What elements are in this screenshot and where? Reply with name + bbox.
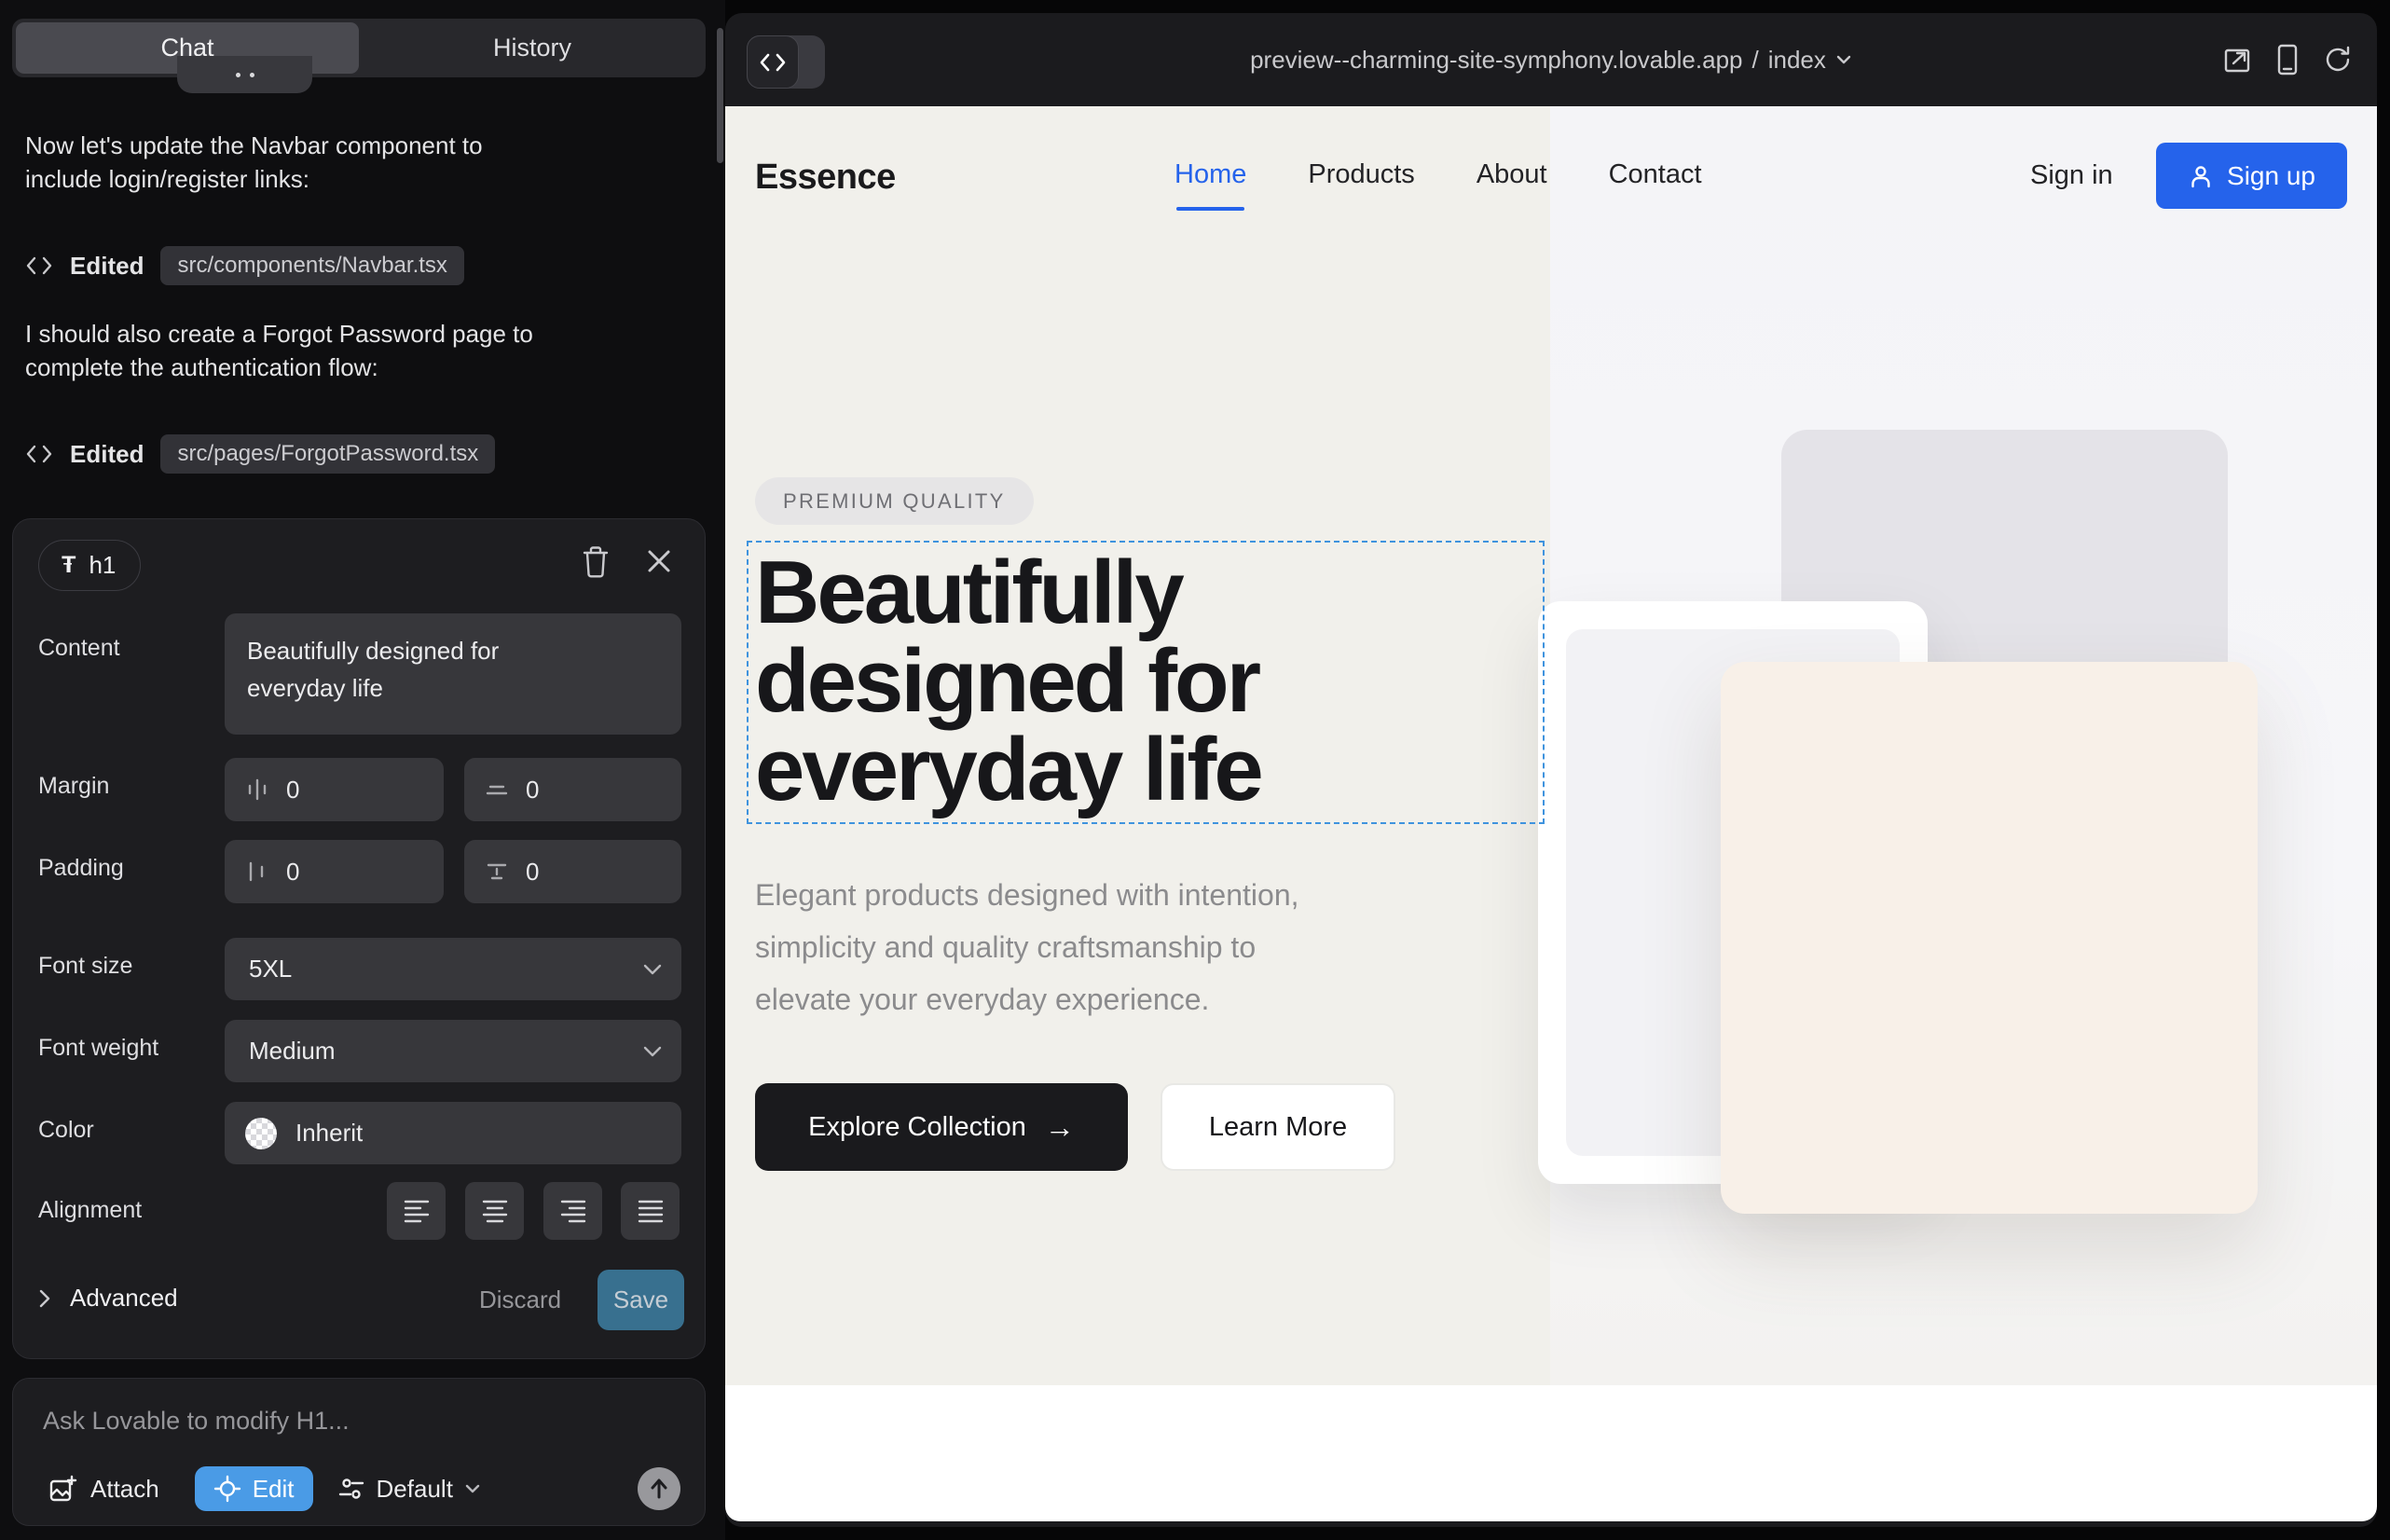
text-type-icon: TT: [63, 552, 76, 579]
element-editor-panel: TT h1 Content Beautifully designed for e…: [12, 518, 706, 1359]
padding-vertical-icon: [485, 859, 509, 884]
nav-about[interactable]: About: [1477, 159, 1547, 190]
selected-element-pill[interactable]: TT h1: [38, 540, 141, 591]
delete-element-button[interactable]: [580, 544, 611, 580]
signup-button[interactable]: Sign up: [2156, 143, 2347, 209]
hero-heading[interactable]: Beautifully designed for everyday life: [755, 548, 1261, 814]
decor-card-cream: [1721, 662, 2258, 1214]
composer-input[interactable]: Ask Lovable to modify H1...: [43, 1407, 350, 1436]
refresh-icon[interactable]: [2323, 45, 2353, 75]
nav-products[interactable]: Products: [1308, 159, 1414, 190]
content-textarea[interactable]: Beautifully designed for everyday life: [225, 613, 681, 735]
crosshair-icon: [213, 1475, 241, 1503]
sidebar: Chat History Now let's update the Navbar…: [0, 0, 725, 1540]
code-icon: [25, 443, 53, 465]
edited-label: Edited: [70, 440, 144, 469]
edited-file-row: Edited src/components/Navbar.tsx: [25, 244, 464, 287]
url-page[interactable]: index: [1768, 46, 1826, 75]
open-external-icon[interactable]: [2222, 45, 2252, 75]
code-icon: [25, 254, 53, 277]
chevron-down-icon: [642, 963, 663, 976]
advanced-expander[interactable]: Advanced: [38, 1284, 178, 1313]
attach-image-icon: [48, 1474, 77, 1504]
user-icon: [2188, 163, 2214, 189]
padding-y-input[interactable]: 0: [464, 840, 681, 903]
chevron-down-icon: [464, 1483, 481, 1494]
edited-file-badge[interactable]: src/pages/ForgotPassword.tsx: [160, 434, 495, 474]
edit-mode-button[interactable]: Edit: [195, 1466, 313, 1511]
url-separator: /: [1752, 46, 1759, 75]
hero-description: Elegant products designed with intention…: [755, 869, 1299, 1025]
mode-select[interactable]: Default: [337, 1475, 481, 1504]
margin-x-input[interactable]: 0: [225, 758, 444, 821]
font-weight-select[interactable]: Medium: [225, 1020, 681, 1082]
padding-label: Padding: [38, 855, 124, 882]
nav-home[interactable]: Home: [1174, 159, 1246, 190]
color-label: Color: [38, 1117, 94, 1144]
scrolled-message-pill: [177, 56, 312, 93]
nav-contact[interactable]: Contact: [1609, 159, 1702, 190]
url-host: preview--charming-site-symphony.lovable.…: [1250, 46, 1742, 75]
preview-browser-frame: preview--charming-site-symphony.lovable.…: [725, 13, 2377, 1527]
chat-message: I should also create a Forgot Password p…: [25, 317, 668, 384]
edited-file-row: Edited src/pages/ForgotPassword.tsx: [25, 433, 495, 475]
margin-horizontal-icon: [245, 777, 269, 802]
discard-button[interactable]: Discard: [479, 1286, 561, 1314]
align-justify-button[interactable]: [621, 1182, 680, 1240]
arrow-right-icon: →: [1045, 1110, 1075, 1145]
font-size-select[interactable]: 5XL: [225, 938, 681, 1000]
chat-history-tabbar: Chat History: [12, 19, 706, 77]
element-tag: h1: [89, 551, 116, 580]
site-preview: Essence Home Products About Contact Sign…: [725, 106, 2377, 1521]
align-center-button[interactable]: [465, 1182, 524, 1240]
alignment-label: Alignment: [38, 1197, 142, 1224]
hero-badge: PREMIUM QUALITY: [755, 477, 1034, 525]
chat-scrollbar-thumb[interactable]: [717, 28, 723, 163]
dot: [236, 73, 240, 77]
margin-vertical-icon: [485, 777, 509, 802]
frame-actions: [2222, 13, 2353, 106]
padding-horizontal-icon: [245, 859, 269, 884]
color-select[interactable]: Inherit: [225, 1102, 681, 1164]
chat-composer: Ask Lovable to modify H1... Attach Edit …: [12, 1378, 706, 1526]
content-label: Content: [38, 635, 120, 662]
site-logo[interactable]: Essence: [755, 158, 896, 198]
tab-history[interactable]: History: [359, 19, 706, 77]
chevron-right-icon: [38, 1288, 51, 1309]
align-left-button[interactable]: [387, 1182, 446, 1240]
edited-label: Edited: [70, 252, 144, 281]
dot: [250, 73, 254, 77]
explore-collection-button[interactable]: Explore Collection →: [755, 1083, 1128, 1171]
mobile-view-icon[interactable]: [2276, 44, 2299, 76]
sliders-icon: [337, 1475, 365, 1503]
chat-message: Now let's update the Navbar component to…: [25, 129, 668, 196]
close-panel-icon[interactable]: [645, 547, 673, 575]
signin-link[interactable]: Sign in: [2030, 160, 2113, 191]
margin-y-input[interactable]: 0: [464, 758, 681, 821]
chevron-down-icon: [1835, 54, 1852, 65]
send-button[interactable]: [638, 1467, 680, 1510]
padding-x-input[interactable]: 0: [225, 840, 444, 903]
url-bar[interactable]: preview--charming-site-symphony.lovable.…: [725, 13, 2377, 106]
save-button[interactable]: Save: [598, 1270, 684, 1330]
color-swatch: [245, 1118, 277, 1149]
align-right-button[interactable]: [543, 1182, 602, 1240]
font-size-label: Font size: [38, 953, 132, 980]
learn-more-button[interactable]: Learn More: [1161, 1083, 1395, 1171]
edited-file-badge[interactable]: src/components/Navbar.tsx: [160, 246, 463, 285]
attach-button[interactable]: Attach: [48, 1474, 159, 1504]
composer-toolbar: Attach Edit Default: [13, 1464, 707, 1513]
font-weight-label: Font weight: [38, 1035, 158, 1062]
margin-label: Margin: [38, 773, 109, 800]
chevron-down-icon: [642, 1045, 663, 1058]
site-nav: Home Products About Contact: [1174, 159, 1702, 190]
